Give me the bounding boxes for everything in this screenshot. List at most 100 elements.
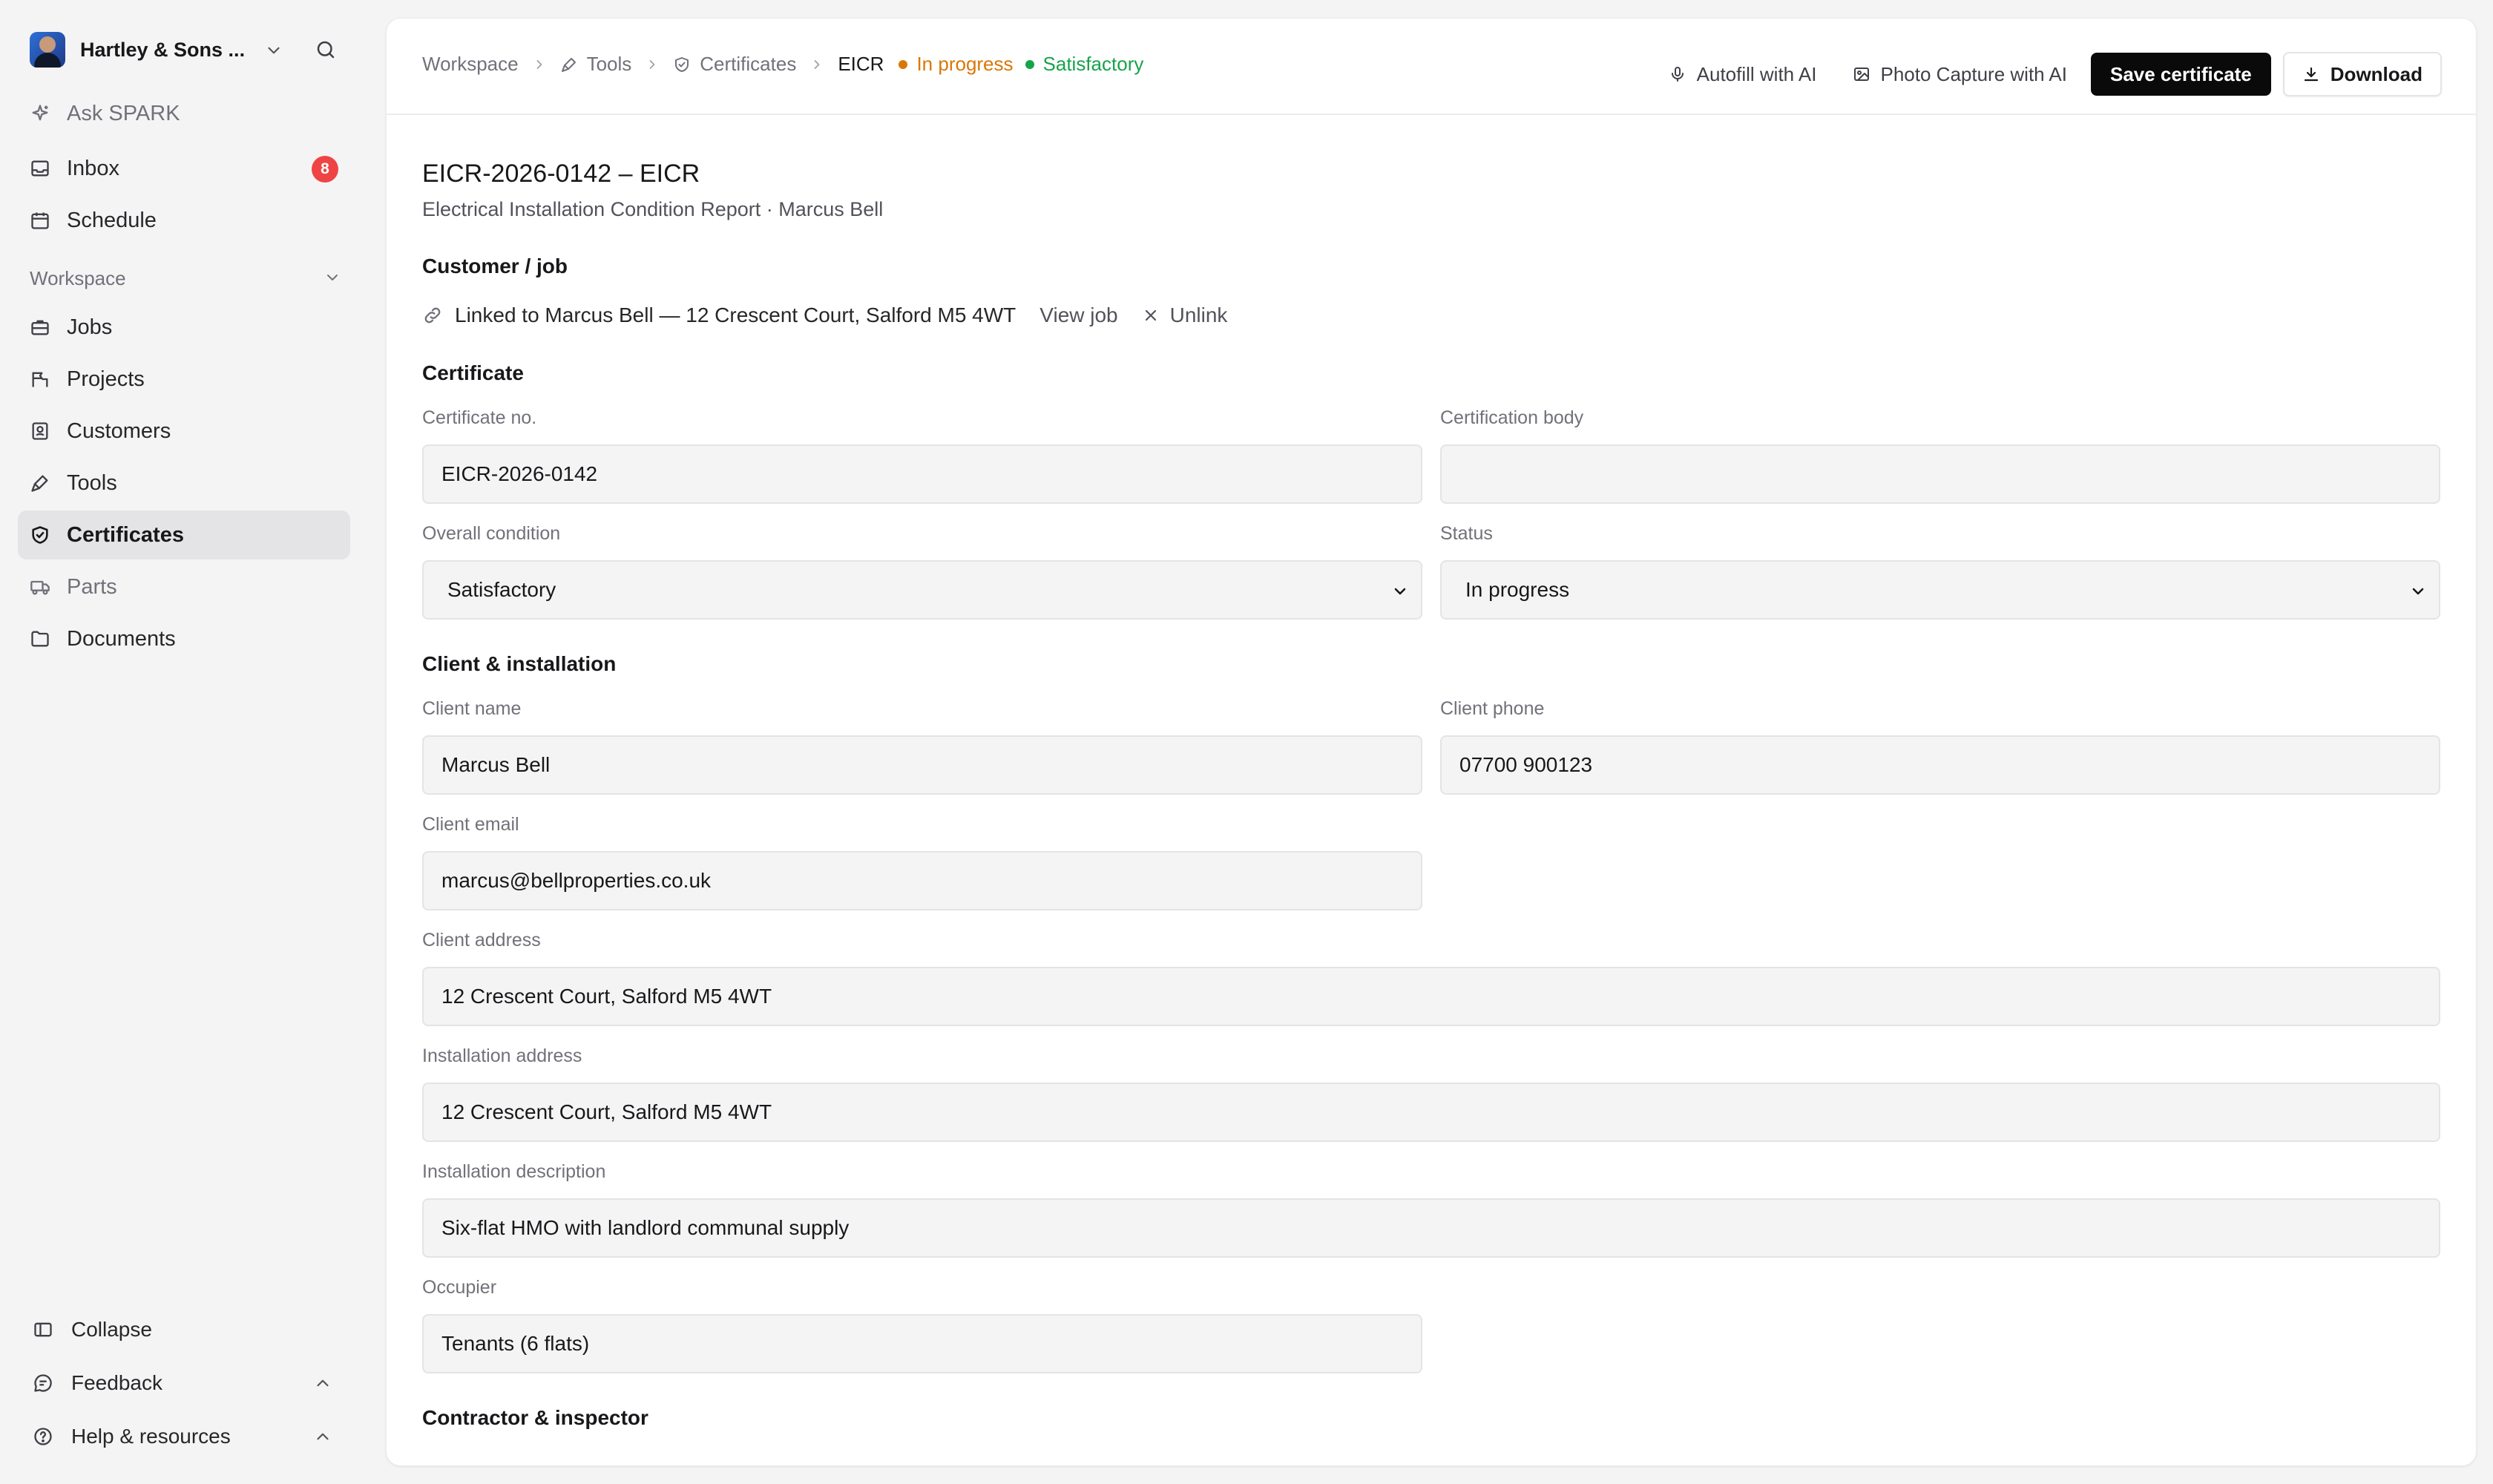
sidebar-item-customers[interactable]: Customers [18,407,350,456]
client-email-label: Client email [422,814,519,835]
chevron-right-icon [809,57,824,72]
autofill-ai-button[interactable]: Autofill with AI [1669,63,1817,86]
breadcrumb-tools[interactable]: Tools [587,53,632,76]
occupier-label: Occupier [422,1277,497,1298]
certificate-no-input[interactable] [422,444,1422,504]
overall-condition-select[interactable]: Satisfactory [422,560,1422,620]
client-name-input[interactable] [422,735,1422,795]
page-subtitle: Electrical Installation Condition Report… [422,198,884,220]
client-phone-label: Client phone [1440,698,1545,719]
org-avatar [30,32,65,68]
sidebar-item-inbox[interactable]: Inbox 8 [18,144,350,193]
overall-condition-value: Satisfactory [447,578,556,601]
breadcrumb: Workspace Tools Certificates EICR In pro… [422,53,1143,76]
header-actions: Autofill with AI Photo Capture with AI S… [1633,52,2442,96]
collapse-sidebar-button[interactable]: Collapse [33,1311,344,1348]
certification-body-input[interactable] [1440,444,2440,504]
close-icon [1142,306,1170,324]
status-dot-satisfactory [1025,59,1034,69]
collapse-label: Collapse [71,1318,152,1341]
save-certificate-button[interactable]: Save certificate [2090,53,2271,96]
calendar-icon [30,210,50,231]
sidebar-item-label: Schedule [67,208,157,232]
occupier-input[interactable] [422,1314,1422,1373]
download-icon [2302,65,2331,83]
chevron-down-icon [323,269,341,286]
unlink-label: Unlink [1169,303,1228,326]
status-select[interactable]: In progress [1440,560,2440,620]
unlink-button[interactable]: Unlink [1142,303,1228,327]
chevron-up-icon [313,1373,332,1393]
client-installation-heading: Client & installation [422,652,617,675]
status-value: In progress [1465,578,1570,601]
installation-address-input[interactable] [422,1083,2440,1142]
status-dot-in-progress [899,59,908,69]
breadcrumb-certificates[interactable]: Certificates [700,53,796,76]
chevron-right-icon [532,57,547,72]
contacts-icon [30,421,50,441]
sidebar-item-ask-spark[interactable]: Ask SPARK [18,89,350,138]
chevron-right-icon [645,57,660,72]
top-bar: Workspace Tools Certificates EICR In pro… [387,19,2476,115]
sidebar-item-label: Jobs [67,315,113,339]
folder-icon [30,628,50,649]
customer-job-heading: Customer / job [422,255,568,278]
search-icon[interactable] [315,39,337,61]
chevron-down-icon [1391,582,1409,600]
help-resources-button[interactable]: Help & resources [33,1418,344,1455]
overall-condition-label: Overall condition [422,523,561,544]
sidebar-item-label: Customers [67,418,171,443]
sidebar-item-label: Documents [67,626,176,651]
client-email-input[interactable] [422,851,1422,910]
sidebar-item-documents[interactable]: Documents [18,614,350,663]
linked-job-row: Linked to Marcus Bell — 12 Crescent Cour… [422,303,1227,327]
photo-capture-label: Photo Capture with AI [1880,62,2067,85]
certification-body-label: Certification body [1440,407,1584,428]
feedback-button[interactable]: Feedback [33,1365,344,1402]
sidebar-item-label: Projects [67,367,145,391]
workspace-section-toggle[interactable]: Workspace [30,264,341,294]
view-job-link[interactable]: View job [1039,303,1117,327]
download-button[interactable]: Download [2282,52,2442,96]
sidebar: Hartley & Sons ... Ask SPARK Inbox 8 Sch… [0,0,371,1484]
org-name: Hartley & Sons ... [80,38,246,61]
help-circle-icon [33,1426,53,1447]
installation-description-input[interactable] [422,1198,2440,1258]
photo-capture-ai-button[interactable]: Photo Capture with AI [1853,63,2067,86]
linked-job-text: Linked to Marcus Bell — 12 Crescent Cour… [455,303,1016,326]
sidebar-item-projects[interactable]: Projects [18,355,350,404]
workspace-heading: Workspace [30,267,126,289]
breadcrumb-workspace[interactable]: Workspace [422,53,519,76]
chevron-down-icon [2409,582,2427,600]
page-title: EICR-2026-0142 – EICR [422,160,700,188]
download-label: Download [2330,62,2423,85]
status-label: Status [1440,523,1493,544]
client-address-input[interactable] [422,967,2440,1026]
org-switcher[interactable]: Hartley & Sons ... [30,31,341,68]
inbox-count-badge: 8 [312,156,338,183]
sidebar-item-jobs[interactable]: Jobs [18,303,350,352]
inbox-icon [30,158,50,179]
sidebar-item-label: Ask SPARK [67,101,180,125]
client-address-label: Client address [422,930,541,951]
sidebar-item-label: Certificates [67,522,184,547]
breadcrumb-current: EICR [838,53,884,75]
chevron-down-icon[interactable] [264,41,283,60]
projects-icon [30,369,50,390]
sidebar-item-parts[interactable]: Parts [18,562,350,611]
sidebar-item-certificates[interactable]: Certificates [18,510,350,559]
sidebar-item-schedule[interactable]: Schedule [18,196,350,245]
sidebar-item-label: Parts [67,574,117,599]
sidebar-panel-icon [33,1319,53,1340]
truck-icon [30,577,50,597]
certificate-no-label: Certificate no. [422,407,537,428]
client-phone-input[interactable] [1440,735,2440,795]
sidebar-item-tools[interactable]: Tools [18,459,350,508]
installation-description-label: Installation description [422,1161,606,1182]
client-name-label: Client name [422,698,522,719]
help-label: Help & resources [71,1425,231,1448]
autofill-label: Autofill with AI [1696,62,1817,85]
sidebar-item-label: Inbox [67,156,119,180]
tool-icon [30,473,50,493]
status-satisfactory: Satisfactory [1042,53,1144,75]
